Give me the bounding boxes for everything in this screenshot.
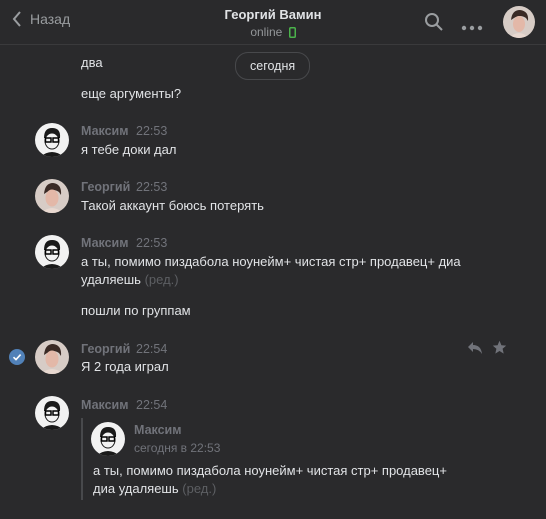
forwarded-text: а ты, помимо пиздабола ноунейм+ чистая с… (93, 463, 447, 478)
message-time[interactable]: 22:54 (136, 398, 167, 412)
message-time[interactable]: 22:53 (136, 180, 167, 194)
mobile-phone-icon (288, 27, 296, 38)
forwarded-text-end: диа удаляешь (93, 481, 179, 496)
message-author[interactable]: Максим (81, 124, 129, 138)
forwarded-message-bar (81, 418, 83, 500)
forwarded-text-continued: диа удаляешь (ред.) (93, 481, 216, 496)
message-select-checkbox[interactable] (9, 349, 25, 368)
message-text: Я 2 года играл (81, 359, 169, 374)
message-text: пошли по группам (81, 303, 191, 318)
check-circle-icon (9, 349, 25, 365)
peer-status-text: online (250, 25, 283, 39)
reply-icon (468, 342, 482, 354)
avatar[interactable] (35, 235, 69, 269)
avatar[interactable] (35, 396, 69, 430)
edited-label[interactable]: (ред.) (182, 481, 216, 496)
search-button[interactable] (424, 12, 444, 35)
message-text: я тебе доки дал (81, 142, 177, 157)
message-text-end: удаляешь (81, 272, 141, 287)
forwarded-author[interactable]: Максим (134, 423, 182, 437)
message-time[interactable]: 22:53 (136, 124, 167, 138)
star-icon (492, 340, 507, 354)
search-icon (425, 13, 443, 31)
message-time[interactable]: 22:54 (136, 342, 167, 356)
message-author[interactable]: Георгий (81, 180, 130, 194)
edited-label[interactable]: (ред.) (145, 272, 179, 287)
message-author[interactable]: Георгий (81, 342, 130, 356)
avatar[interactable] (35, 123, 69, 157)
more-button[interactable] (461, 19, 483, 34)
date-divider: сегодня (235, 52, 311, 80)
message-text-continued: удаляешь (ред.) (81, 272, 179, 287)
message-text: два (81, 55, 103, 70)
peer-avatar[interactable] (503, 6, 535, 38)
forwarded-avatar[interactable] (91, 422, 125, 456)
star-button[interactable] (492, 340, 507, 358)
message-author[interactable]: Максим (81, 398, 129, 412)
more-icon (461, 25, 483, 31)
forwarded-time[interactable]: сегодня в 22:53 (134, 441, 220, 455)
chat-header: Назад Георгий Вамин online (0, 0, 546, 45)
avatar[interactable] (35, 179, 69, 213)
message-text: еще аргументы? (81, 86, 182, 101)
message-author[interactable]: Максим (81, 236, 129, 250)
avatar[interactable] (35, 340, 69, 374)
message-text: а ты, помимо пиздабола ноунейм+ чистая с… (81, 254, 461, 269)
message-text: Такой аккаунт боюсь потерять (81, 198, 264, 213)
message-time[interactable]: 22:53 (136, 236, 167, 250)
reply-button[interactable] (467, 341, 483, 358)
